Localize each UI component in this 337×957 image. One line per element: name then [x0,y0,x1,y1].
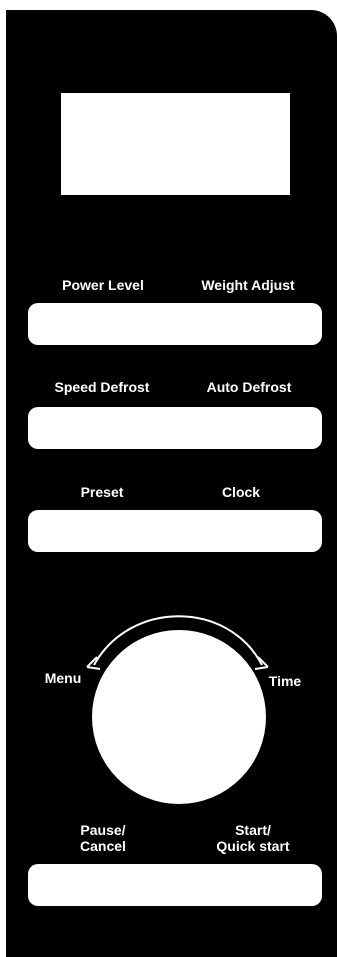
time-label: Time [268,673,302,689]
start-label: Start/ [235,822,271,838]
start-quick-start-label: Start/ Quick start [198,822,308,854]
pause-label: Pause/ [80,822,126,838]
pause-cancel-label: Pause/ Cancel [60,822,146,854]
menu-label: Menu [44,670,82,686]
dial-rotation-arrow-icon [86,615,269,670]
pause-start-button[interactable] [28,864,322,906]
cancel-label: Cancel [80,838,126,854]
menu-time-dial[interactable] [92,630,266,804]
quick-start-label: Quick start [216,838,290,854]
